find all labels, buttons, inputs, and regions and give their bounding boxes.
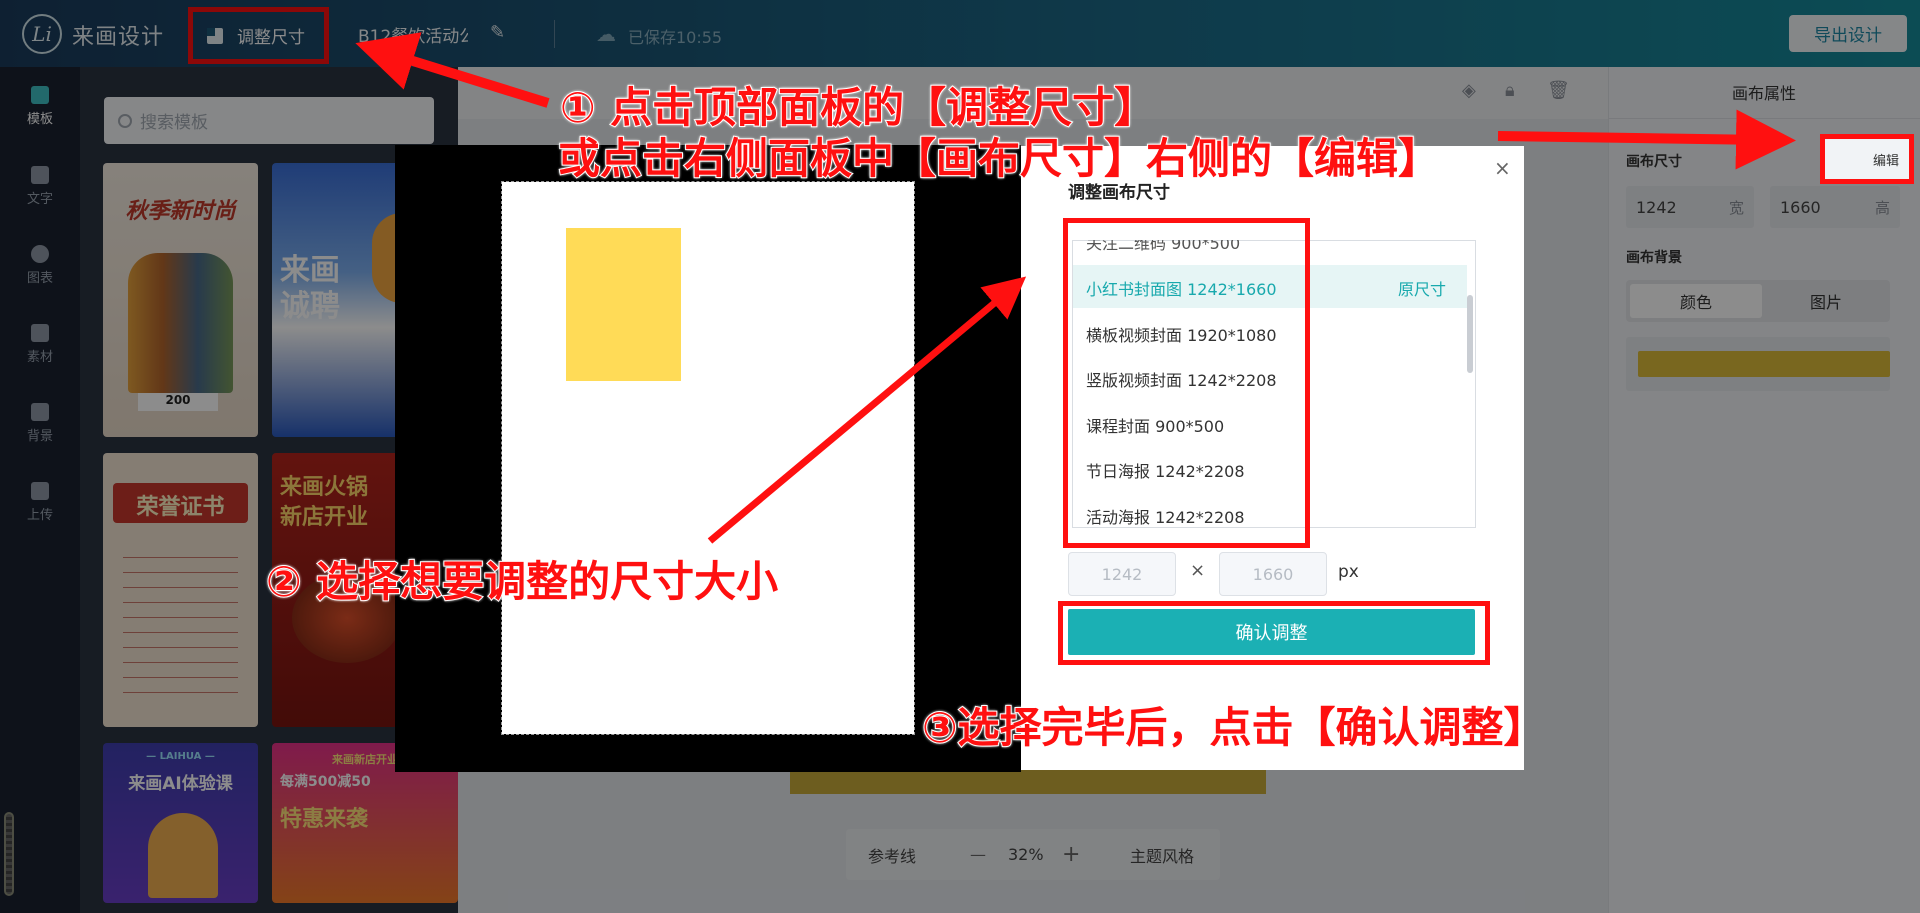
step3-annotation: ③选择完毕后，点击【确认调整】 xyxy=(921,702,1547,753)
arrow-to-size-list xyxy=(707,276,1027,544)
step2-annotation: ② 选择想要调整的尺寸大小 xyxy=(265,556,779,607)
arrow-to-edit-button xyxy=(1497,109,1796,170)
step1-annotation-line2: 或点击右侧面板中【画布尺寸】右侧的【编辑】 xyxy=(557,133,1441,184)
arrow-to-resize-button xyxy=(355,32,550,108)
